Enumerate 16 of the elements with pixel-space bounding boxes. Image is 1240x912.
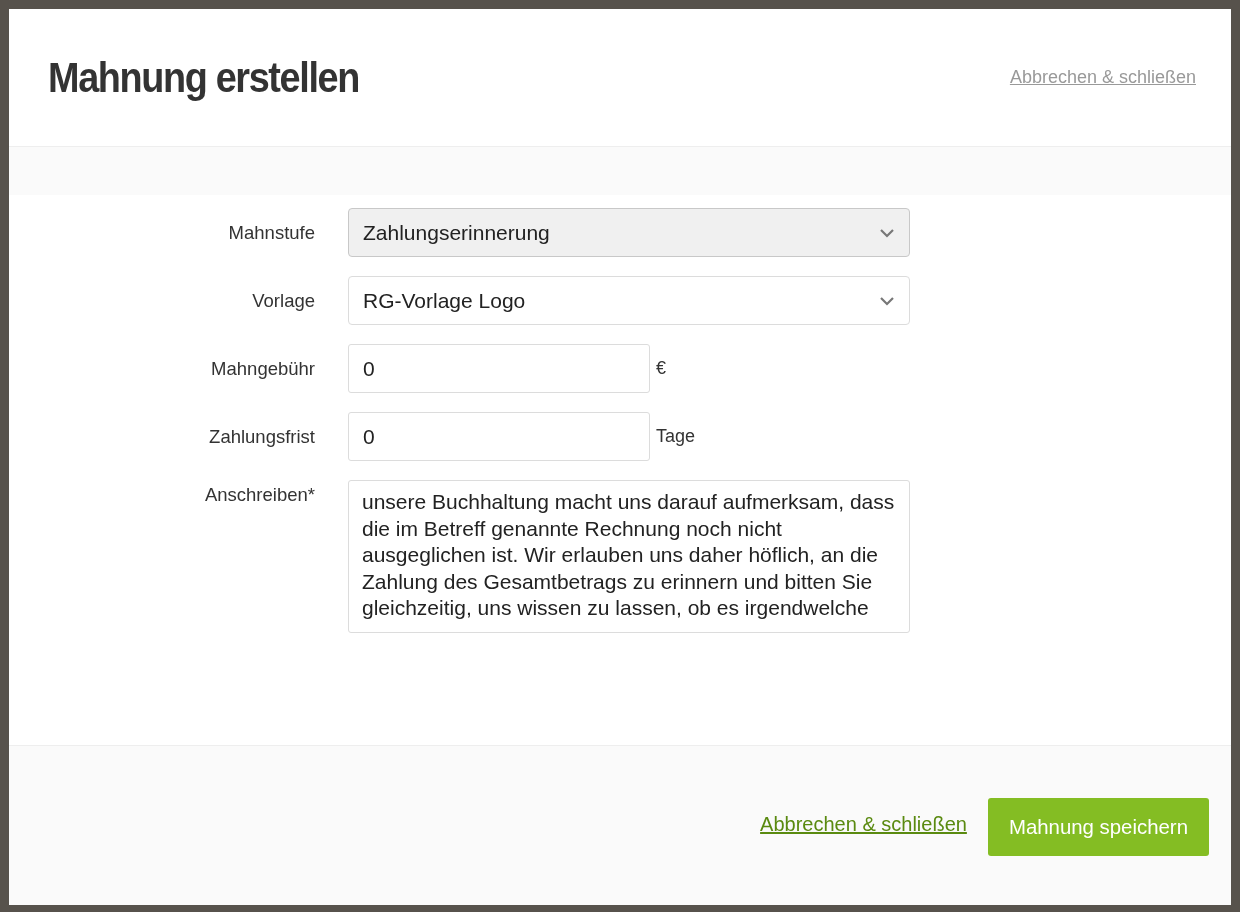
- unit-label: Tage: [656, 425, 696, 448]
- field-label: Vorlage: [251, 288, 315, 313]
- field-label: Mahnstufe: [227, 220, 315, 245]
- field-label: Mahngebühr: [210, 356, 315, 381]
- dropdown[interactable]: Zahlungserinnerung: [348, 208, 910, 257]
- chevron-down-icon: [879, 227, 895, 238]
- input-field[interactable]: 0: [348, 412, 650, 461]
- dropdown[interactable]: RG-Vorlage Logo: [348, 276, 910, 325]
- cancel-link[interactable]: Abbrechen & schließen: [760, 809, 967, 839]
- text-area[interactable]: unsere Buchhaltung macht uns darauf aufmerksam, dass die im Betreff genannte Rechnung noch nicht ausgeglichen ist. Wir erlauben uns daher höflich, an die Zahlung des Gesamtbetrags zu erinnern und bitten Sie gleichzeitig, uns wissen zu lassen, ob es irgendwelche: [348, 480, 910, 633]
- dialog-title: Mahnung erstellen: [48, 53, 359, 103]
- unit-label: €: [656, 357, 666, 380]
- chevron-down-icon: [879, 295, 895, 306]
- field-label: Anschreiben*: [203, 483, 315, 507]
- input-field[interactable]: 0: [348, 344, 650, 393]
- field-label: Zahlungsfrist: [208, 424, 315, 449]
